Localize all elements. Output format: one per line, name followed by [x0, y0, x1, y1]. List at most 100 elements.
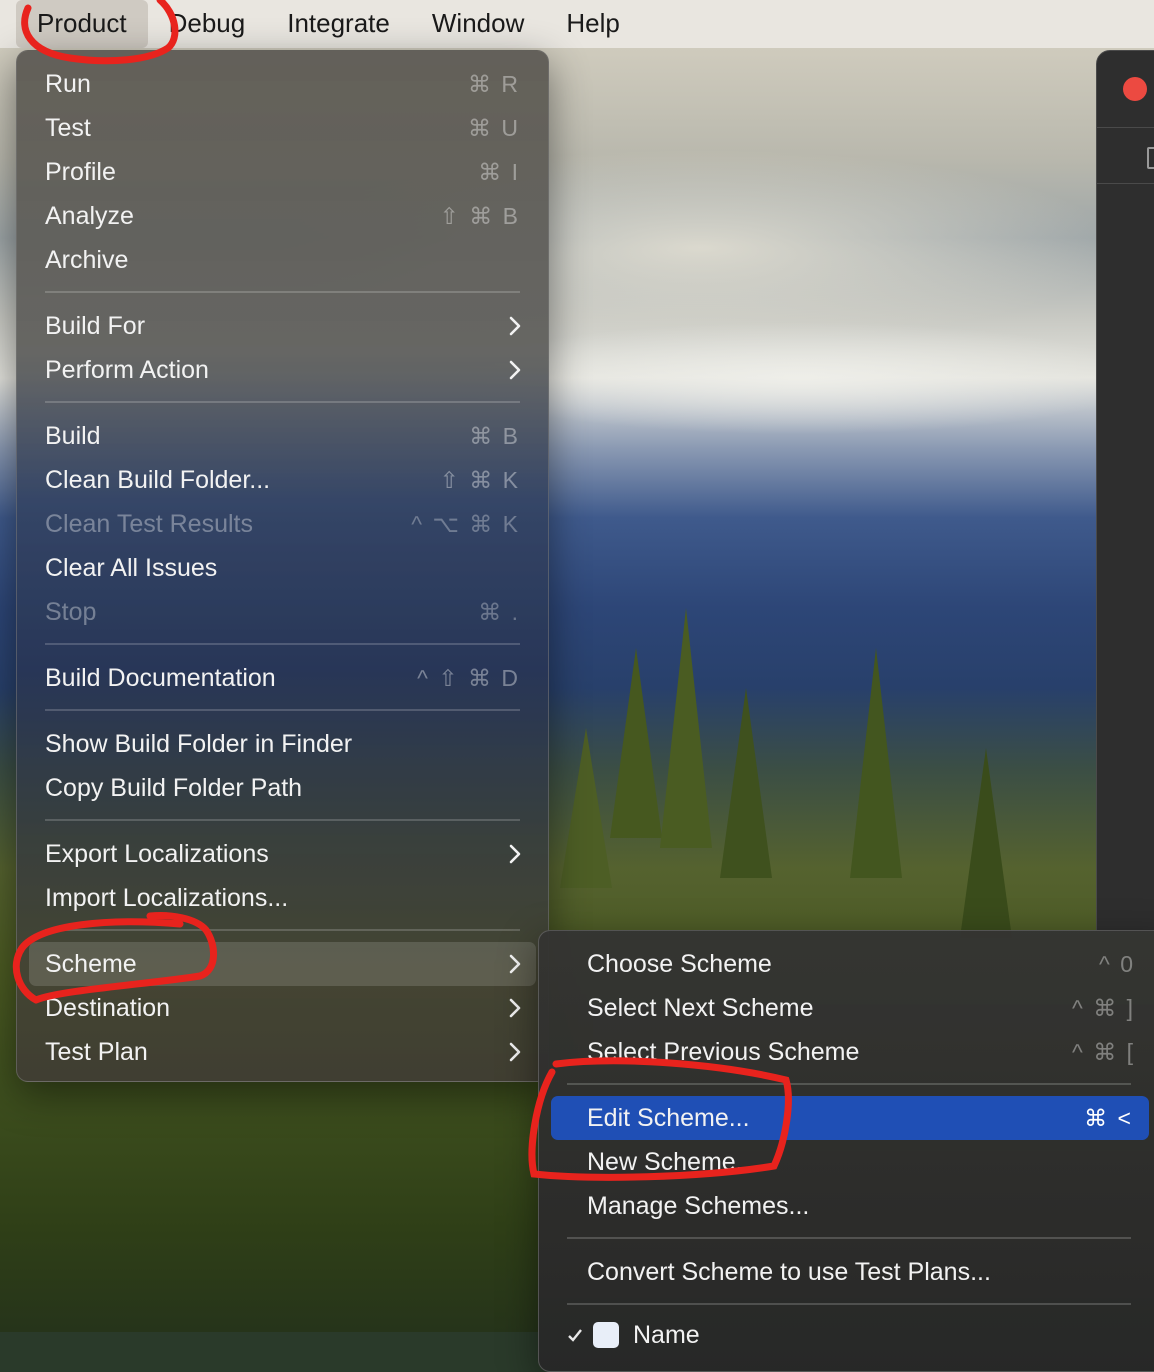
menu-separator — [45, 819, 520, 821]
tree-decoration — [850, 648, 902, 878]
menu-separator — [45, 401, 520, 403]
menu-item-archive[interactable]: Archive — [29, 238, 536, 282]
menu-item-label: Destination — [45, 993, 171, 1022]
shortcut-label: ⌘ R — [468, 70, 520, 97]
menu-item-label: Convert Scheme to use Test Plans... — [587, 1257, 991, 1286]
menu-item-label: New Scheme... — [587, 1147, 757, 1176]
shortcut-label: ⌘ < — [1084, 1104, 1133, 1131]
menu-item-test-plan[interactable]: Test Plan — [29, 1030, 536, 1074]
tree-decoration — [660, 608, 712, 848]
menu-separator — [567, 1237, 1131, 1239]
menu-item-test[interactable]: Test ⌘ U — [29, 106, 536, 150]
menu-item-label: Choose Scheme — [587, 949, 772, 978]
menu-item-export-localizations[interactable]: Export Localizations — [29, 832, 536, 876]
menubar-item-window[interactable]: Window — [411, 0, 545, 48]
chevron-right-icon — [509, 954, 521, 974]
menu-item-label: Clear All Issues — [45, 553, 218, 582]
menu-item-label: Test Plan — [45, 1037, 148, 1066]
menu-item-label: Build Documentation — [45, 663, 276, 692]
menu-separator — [45, 291, 520, 293]
menu-item-destination[interactable]: Destination — [29, 986, 536, 1030]
shortcut-label: ⌘ . — [478, 598, 520, 625]
menu-item-label: Clean Build Folder... — [45, 465, 271, 494]
chevron-right-icon — [509, 1042, 521, 1062]
menu-item-label: Analyze — [45, 201, 134, 230]
shortcut-label: ⌘ U — [468, 114, 520, 141]
app-icon — [593, 1322, 619, 1348]
chevron-right-icon — [509, 316, 521, 336]
menu-item-select-next-scheme[interactable]: Select Next Scheme ^ ⌘ ] — [551, 986, 1151, 1030]
menu-item-label: Import Localizations... — [45, 883, 289, 912]
menu-item-label: Show Build Folder in Finder — [45, 729, 353, 758]
chevron-right-icon — [509, 844, 521, 864]
menu-item-perform-action[interactable]: Perform Action — [29, 348, 536, 392]
menubar-item-debug[interactable]: Debug — [148, 0, 267, 48]
menu-item-run[interactable]: Run ⌘ R — [29, 62, 536, 106]
tree-decoration — [610, 648, 662, 838]
menu-separator — [45, 643, 520, 645]
menu-item-label: Build — [45, 421, 101, 450]
menu-item-label: Build For — [45, 311, 146, 340]
menu-item-edit-scheme[interactable]: Edit Scheme... ⌘ < — [551, 1096, 1149, 1140]
menu-item-label: Test — [45, 113, 91, 142]
menu-item-label: Perform Action — [45, 355, 209, 384]
menu-item-profile[interactable]: Profile ⌘ I — [29, 150, 536, 194]
shortcut-label: ⌘ B — [469, 422, 520, 449]
menu-item-label: Copy Build Folder Path — [45, 773, 303, 802]
window-divider — [1097, 127, 1154, 128]
menu-item-label: Archive — [45, 245, 129, 274]
menu-separator — [567, 1083, 1131, 1085]
menu-item-label: Select Next Scheme — [587, 993, 814, 1022]
menu-item-scheme[interactable]: Scheme — [29, 942, 536, 986]
menu-item-import-localizations[interactable]: Import Localizations... — [29, 876, 536, 920]
sidebar-toggle-icon[interactable] — [1147, 147, 1154, 169]
menu-item-new-scheme[interactable]: New Scheme... — [551, 1140, 1151, 1184]
menu-item-clear-all-issues[interactable]: Clear All Issues — [29, 546, 536, 590]
shortcut-label: ^ ⇧ ⌘ D — [417, 664, 520, 691]
tree-decoration — [720, 688, 772, 878]
window-divider — [1097, 183, 1154, 184]
menu-item-copy-build-folder-path[interactable]: Copy Build Folder Path — [29, 766, 536, 810]
menu-bar: Product Debug Integrate Window Help — [0, 0, 1154, 48]
shortcut-label: ⇧ ⌘ K — [439, 466, 520, 493]
menu-separator — [567, 1303, 1131, 1305]
tree-decoration — [560, 728, 612, 888]
chevron-right-icon — [509, 360, 521, 380]
menu-item-build[interactable]: Build ⌘ B — [29, 414, 536, 458]
menu-item-label: Export Localizations — [45, 839, 269, 868]
menu-item-build-documentation[interactable]: Build Documentation ^ ⇧ ⌘ D — [29, 656, 536, 700]
menu-item-label: Stop — [45, 597, 97, 626]
menu-item-scheme-entry[interactable]: Name — [551, 1313, 1151, 1357]
menu-item-analyze[interactable]: Analyze ⇧ ⌘ B — [29, 194, 536, 238]
shortcut-label: ^ 0 — [1099, 950, 1135, 977]
apple-menu-stub[interactable] — [0, 14, 4, 34]
tree-decoration — [960, 748, 1012, 938]
menu-item-select-previous-scheme[interactable]: Select Previous Scheme ^ ⌘ [ — [551, 1030, 1151, 1074]
menu-item-label: Select Previous Scheme — [587, 1037, 860, 1066]
close-icon[interactable] — [1123, 77, 1147, 101]
menubar-item-help[interactable]: Help — [545, 0, 640, 48]
shortcut-label: ^ ⌘ [ — [1072, 1038, 1135, 1065]
menu-item-clean-build-folder[interactable]: Clean Build Folder... ⇧ ⌘ K — [29, 458, 536, 502]
menu-item-stop: Stop ⌘ . — [29, 590, 536, 634]
menu-item-label: Edit Scheme... — [587, 1103, 750, 1132]
menu-item-build-for[interactable]: Build For — [29, 304, 536, 348]
chevron-right-icon — [509, 998, 521, 1018]
shortcut-label: ^ ⌘ ] — [1072, 994, 1135, 1021]
shortcut-label: ^ ⌥ ⌘ K — [411, 510, 520, 537]
menubar-item-integrate[interactable]: Integrate — [266, 0, 411, 48]
menu-item-convert-scheme[interactable]: Convert Scheme to use Test Plans... — [551, 1250, 1151, 1294]
shortcut-label: ⌘ I — [478, 158, 520, 185]
background-window[interactable] — [1096, 50, 1154, 932]
menu-item-show-build-folder[interactable]: Show Build Folder in Finder — [29, 722, 536, 766]
menu-item-label: Manage Schemes... — [587, 1191, 810, 1220]
shortcut-label: ⇧ ⌘ B — [439, 202, 520, 229]
menubar-item-product[interactable]: Product — [16, 0, 148, 48]
menu-item-label: Run — [45, 69, 91, 98]
menu-item-choose-scheme[interactable]: Choose Scheme ^ 0 — [551, 942, 1151, 986]
menu-item-label: Profile — [45, 157, 116, 186]
menu-item-label: Name — [633, 1320, 700, 1349]
menu-separator — [45, 709, 520, 711]
menu-item-label: Clean Test Results — [45, 509, 253, 538]
menu-item-manage-schemes[interactable]: Manage Schemes... — [551, 1184, 1151, 1228]
